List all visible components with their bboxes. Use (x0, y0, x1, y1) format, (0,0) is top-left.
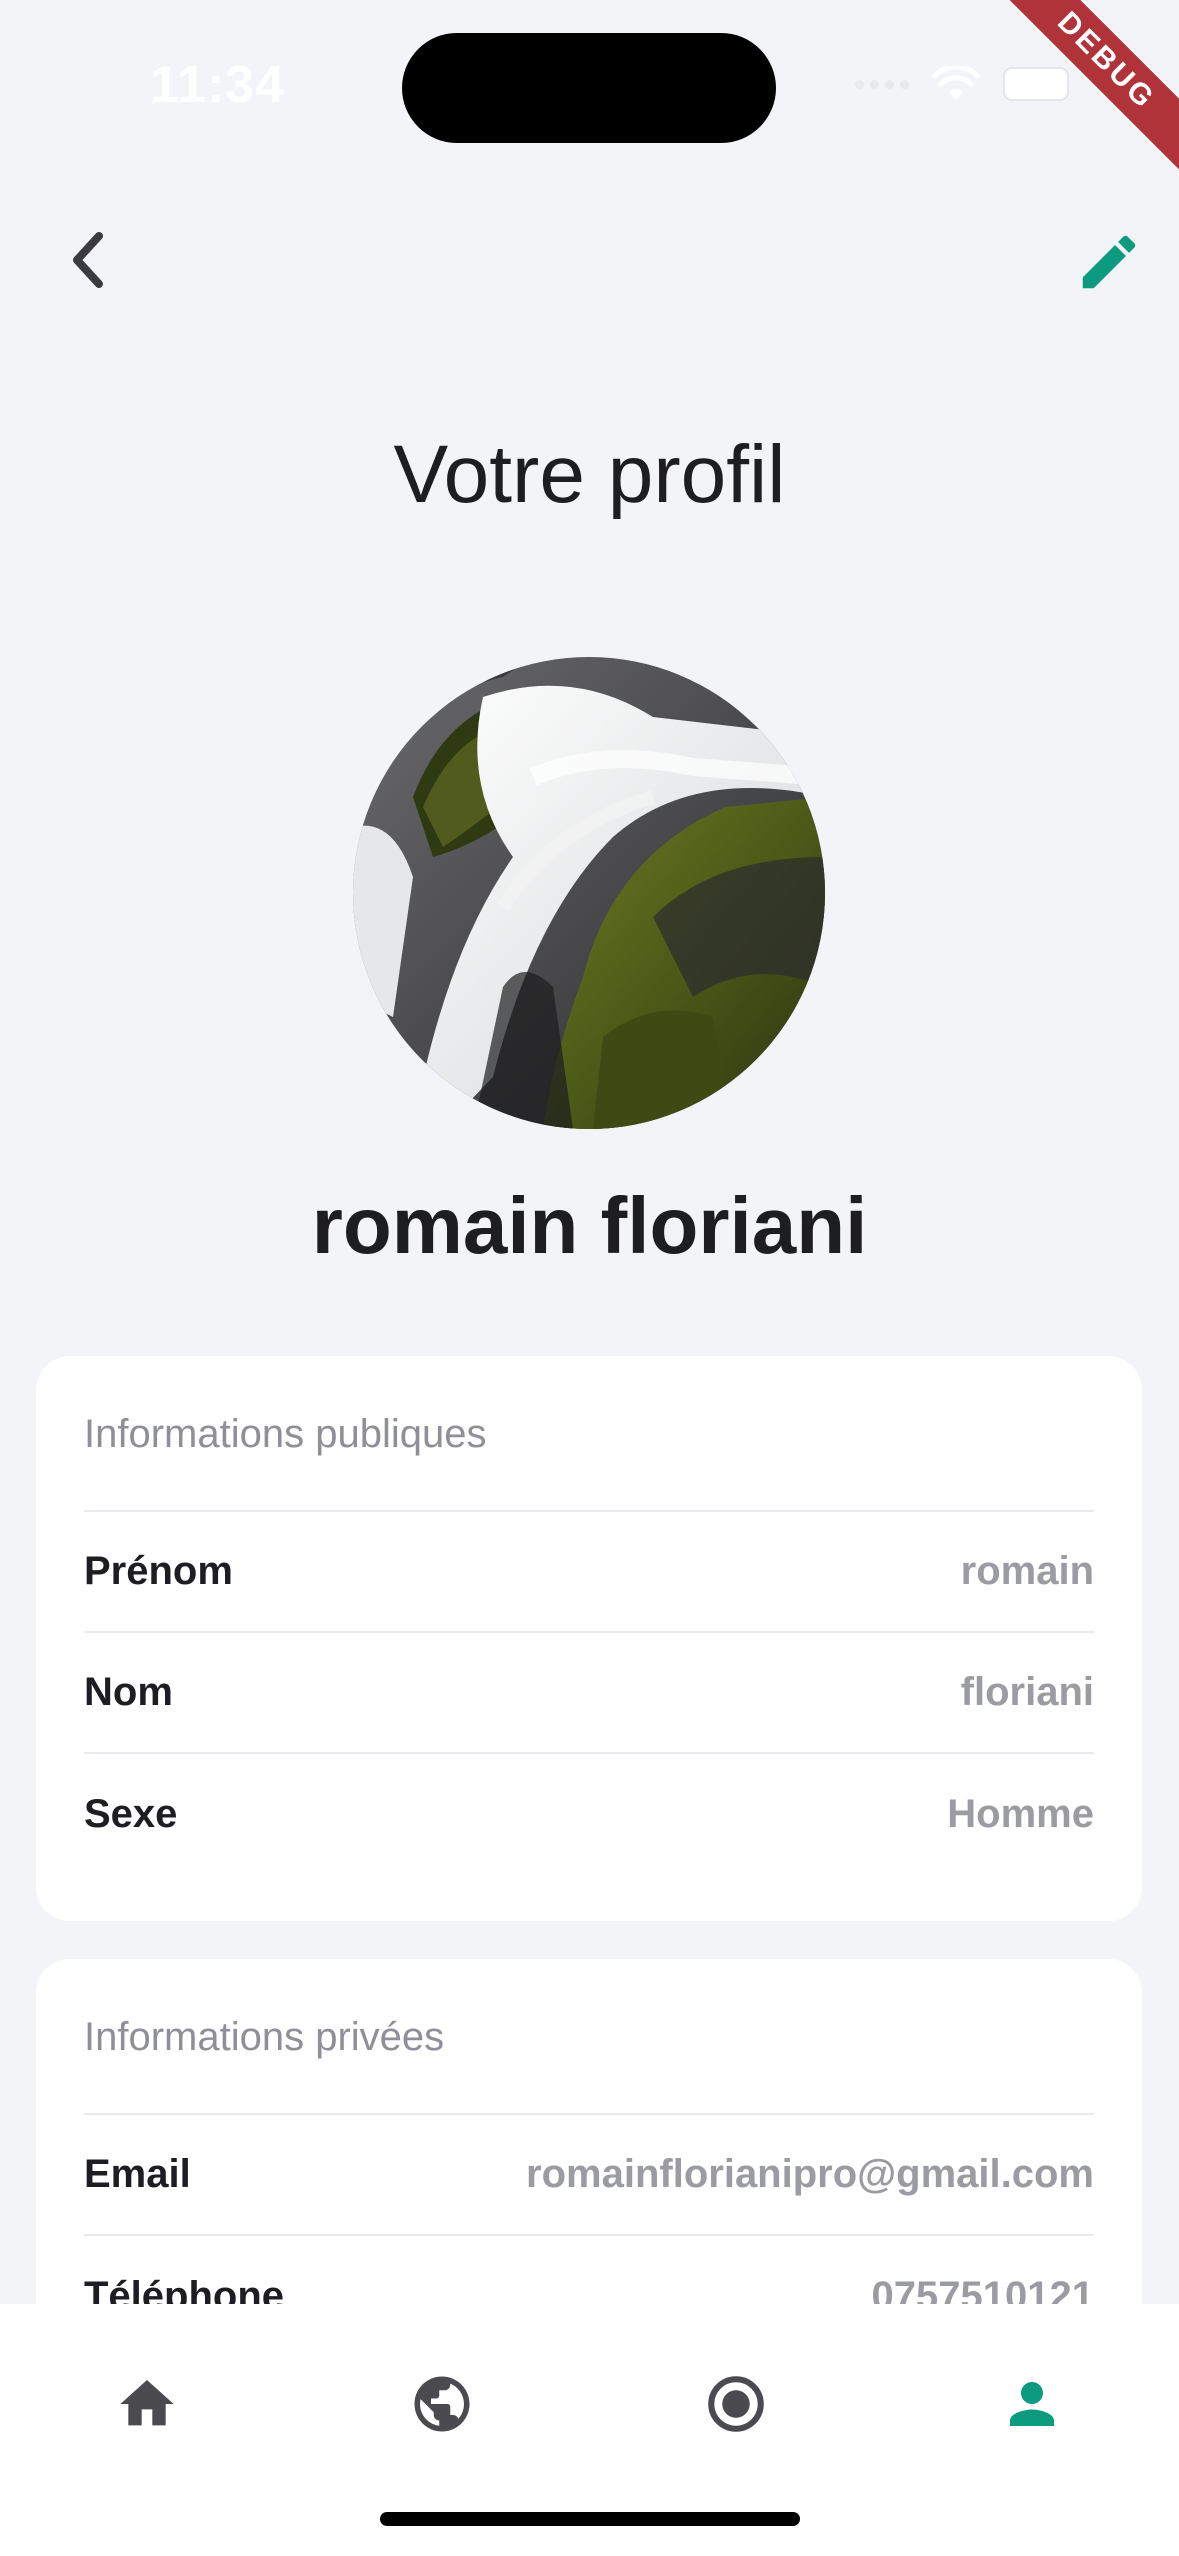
edit-profile-button[interactable] (1069, 222, 1149, 302)
profile-screen: 11:34 DEBUG Votre profil romain floriani… (0, 0, 1179, 2556)
row-value: romain (960, 1549, 1094, 1593)
pencil-icon (1082, 235, 1136, 289)
globe-icon (414, 2376, 470, 2432)
page-title: Votre profil (393, 429, 786, 520)
public-info-title: Informations publiques (84, 1356, 1094, 1512)
back-button[interactable] (52, 225, 122, 295)
row-label: Nom (84, 1670, 173, 1714)
dynamic-island (402, 33, 776, 143)
public-info-card: Informations publiques Prénom romain Nom… (36, 1356, 1142, 1921)
nav-item-home[interactable] (97, 2354, 197, 2454)
info-row-first-name: Prénom romain (84, 1512, 1094, 1633)
row-label: Email (84, 2152, 191, 2196)
row-label: Prénom (84, 1549, 233, 1593)
cellular-signal-icon (855, 79, 909, 89)
nav-item-record[interactable] (686, 2354, 786, 2454)
info-row-last-name: Nom floriani (84, 1633, 1094, 1754)
wifi-icon (931, 66, 981, 100)
home-indicator (380, 2512, 800, 2526)
home-icon (120, 2380, 174, 2426)
private-info-title: Informations privées (84, 1959, 1094, 2115)
row-label: Sexe (84, 1792, 178, 1836)
status-icons (855, 66, 1069, 102)
avatar (353, 657, 825, 1129)
status-time: 11:34 (150, 56, 286, 114)
info-row-gender: Sexe Homme (84, 1754, 1094, 1875)
row-value: romainflorianipro@gmail.com (526, 2152, 1094, 2196)
person-icon (1010, 2382, 1054, 2426)
nav-item-explore[interactable] (392, 2354, 492, 2454)
nav-item-profile[interactable] (982, 2354, 1082, 2454)
row-value: Homme (947, 1792, 1094, 1836)
chevron-left-icon (73, 232, 103, 288)
info-row-email: Email romainflorianipro@gmail.com (84, 2115, 1094, 2236)
battery-icon (1003, 67, 1069, 101)
row-value: floriani (960, 1670, 1094, 1714)
record-icon (708, 2376, 764, 2432)
avatar-image (353, 657, 825, 1129)
user-name: romain floriani (311, 1181, 868, 1270)
